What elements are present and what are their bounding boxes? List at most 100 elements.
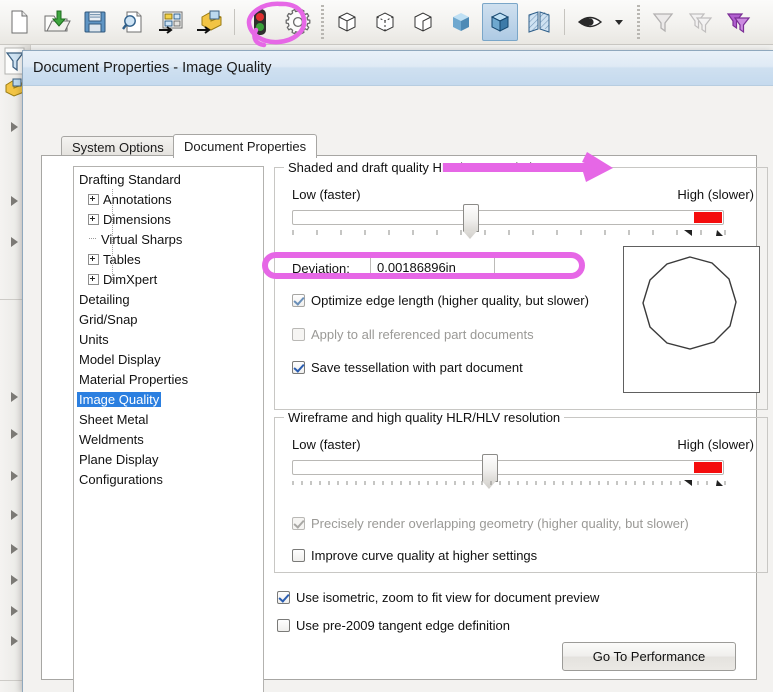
checkbox-box[interactable]	[292, 361, 305, 374]
slider-max-marker	[694, 212, 722, 223]
tree-item-label: Material Properties	[79, 371, 189, 387]
flyout-arrow-icon[interactable]	[11, 237, 18, 247]
toolbar-drag-handle[interactable]	[321, 5, 324, 39]
shaded-quality-slider[interactable]	[292, 210, 724, 225]
tree-connector-line	[112, 189, 113, 283]
display-style-eye-icon[interactable]	[573, 4, 607, 40]
go-to-performance-button[interactable]: Go To Performance	[562, 642, 736, 671]
screen: Document Properties - Image Quality Syst…	[0, 0, 773, 692]
dialog-title-bar: Document Properties - Image Quality	[23, 51, 773, 86]
wireframe-quality-slider[interactable]	[292, 460, 724, 475]
filter-icon[interactable]	[646, 4, 680, 40]
flyout-arrow-icon[interactable]	[11, 429, 18, 439]
filter-clear-icon[interactable]	[684, 4, 718, 40]
tree-item-plane-display[interactable]: Plane Display	[74, 449, 263, 469]
tessellated-circle-preview	[642, 256, 737, 350]
make-assembly-from-part-icon[interactable]	[192, 4, 226, 40]
expand-icon[interactable]	[88, 273, 99, 285]
tree-item-detailing[interactable]: Detailing	[74, 289, 263, 309]
hidden-lines-visible-icon[interactable]	[368, 4, 402, 40]
filter-apply-icon[interactable]	[722, 4, 756, 40]
tree-item-sheet-metal[interactable]: Sheet Metal	[74, 409, 263, 429]
expand-icon[interactable]	[88, 253, 99, 265]
shaded-draft-quality-group-title: Shaded and draft quality HLR/HLV resolut…	[284, 160, 551, 175]
dialog-title: Document Properties - Image Quality	[33, 60, 272, 76]
improve-curve-quality-checkbox[interactable]: Improve curve quality at higher settings	[292, 548, 537, 563]
tree-item-label: Weldments	[79, 431, 144, 447]
tree-item-dimxpert[interactable]: DimXpert	[74, 269, 263, 289]
toolbar-drag-handle[interactable]	[637, 5, 640, 39]
shaded-icon[interactable]	[444, 4, 478, 40]
checkbox-box	[292, 328, 305, 341]
apply-to-referenced-documents-checkbox: Apply to all referenced part documents	[292, 327, 534, 342]
flyout-arrow-icon[interactable]	[11, 471, 18, 481]
flyout-arrow-icon[interactable]	[11, 510, 18, 520]
flyout-arrow-icon[interactable]	[11, 544, 18, 554]
main-toolbar[interactable]	[0, 0, 773, 45]
wireframe-slider-low-label: Low (faster)	[292, 437, 361, 452]
tab-label: System Options	[72, 139, 164, 155]
save-icon[interactable]	[78, 4, 112, 40]
tree-item-annotations[interactable]: Annotations	[74, 189, 263, 209]
shaded-slider-low-label: Low (faster)	[292, 187, 361, 202]
slider-max-marker	[694, 462, 722, 473]
tree-item-grid-snap[interactable]: Grid/Snap	[74, 309, 263, 329]
checkbox-label: Precisely render overlapping geometry (h…	[311, 516, 689, 531]
use-isometric-preview-checkbox[interactable]: Use isometric, zoom to fit view for docu…	[277, 590, 599, 605]
tree-item-drafting-standard[interactable]: Drafting Standard	[74, 169, 263, 189]
expand-icon[interactable]	[88, 213, 99, 225]
hidden-lines-removed-icon[interactable]	[406, 4, 440, 40]
tree-item-configurations[interactable]: Configurations	[74, 469, 263, 489]
tree-item-tables[interactable]: Tables	[74, 249, 263, 269]
flyout-arrow-icon[interactable]	[11, 122, 18, 132]
tree-item-weldments[interactable]: Weldments	[74, 429, 263, 449]
shaded-draft-quality-group: Shaded and draft quality HLR/HLV resolut…	[274, 160, 768, 410]
toolbar-separator	[234, 9, 235, 35]
tree-item-model-display[interactable]: Model Display	[74, 349, 263, 369]
use-pre-2009-tangent-edge-checkbox[interactable]: Use pre-2009 tangent edge definition	[277, 618, 510, 633]
optimize-edge-length-checkbox[interactable]: Optimize edge length (higher quality, bu…	[292, 293, 589, 308]
shaded-slider-high-label: High (slower)	[677, 187, 754, 202]
new-document-icon[interactable]	[2, 4, 36, 40]
wireframe-slider-high-label: High (slower)	[677, 437, 754, 452]
wireframe-slider-ticks	[292, 480, 726, 486]
checkbox-label: Use isometric, zoom to fit view for docu…	[296, 590, 600, 605]
tab-system-options[interactable]: System Options	[61, 136, 175, 157]
tree-item-label: Plane Display	[79, 451, 159, 467]
tree-item-virtual-sharps[interactable]: Virtual Sharps	[74, 229, 263, 249]
tree-item-units[interactable]: Units	[74, 329, 263, 349]
display-style-dropdown-arrow-icon[interactable]	[611, 4, 627, 40]
tree-item-label: Model Display	[79, 351, 161, 367]
settings-tree[interactable]: Drafting Standard Annotations Dimensions	[73, 166, 264, 692]
checkbox-label: Optimize edge length (higher quality, bu…	[311, 293, 589, 308]
flyout-arrow-icon[interactable]	[11, 575, 18, 585]
tree-item-label: Grid/Snap	[79, 311, 138, 327]
print-preview-icon[interactable]	[116, 4, 150, 40]
tree-item-dimensions[interactable]: Dimensions	[74, 209, 263, 229]
flyout-arrow-icon[interactable]	[11, 606, 18, 616]
checkbox-label: Apply to all referenced part documents	[311, 327, 534, 342]
flyout-arrow-icon[interactable]	[11, 196, 18, 206]
wireframe-icon[interactable]	[330, 4, 364, 40]
save-tessellation-checkbox[interactable]: Save tessellation with part document	[292, 360, 523, 375]
tab-document-properties[interactable]: Document Properties	[173, 134, 318, 158]
shaded-slider-ticks	[292, 230, 726, 236]
checkbox-box[interactable]	[277, 591, 290, 604]
deviation-input[interactable]: 0.00186896in	[370, 256, 495, 278]
checkbox-box[interactable]	[292, 294, 305, 307]
checkbox-box[interactable]	[292, 549, 305, 562]
checkbox-box[interactable]	[277, 619, 290, 632]
rebuild-icon[interactable]	[243, 4, 277, 40]
checkbox-label: Save tessellation with part document	[311, 360, 523, 375]
tree-item-label: Image Quality	[77, 391, 162, 407]
make-drawing-from-part-icon[interactable]	[154, 4, 188, 40]
shaded-with-edges-icon[interactable]	[482, 3, 518, 41]
flyout-arrow-icon[interactable]	[11, 636, 18, 646]
options-gear-icon[interactable]	[281, 4, 315, 40]
tree-item-material-properties[interactable]: Material Properties	[74, 369, 263, 389]
section-view-icon[interactable]	[522, 4, 556, 40]
expand-icon[interactable]	[88, 193, 99, 205]
tree-item-image-quality[interactable]: Image Quality	[74, 389, 263, 409]
open-document-icon[interactable]	[40, 4, 74, 40]
flyout-arrow-icon[interactable]	[11, 392, 18, 402]
